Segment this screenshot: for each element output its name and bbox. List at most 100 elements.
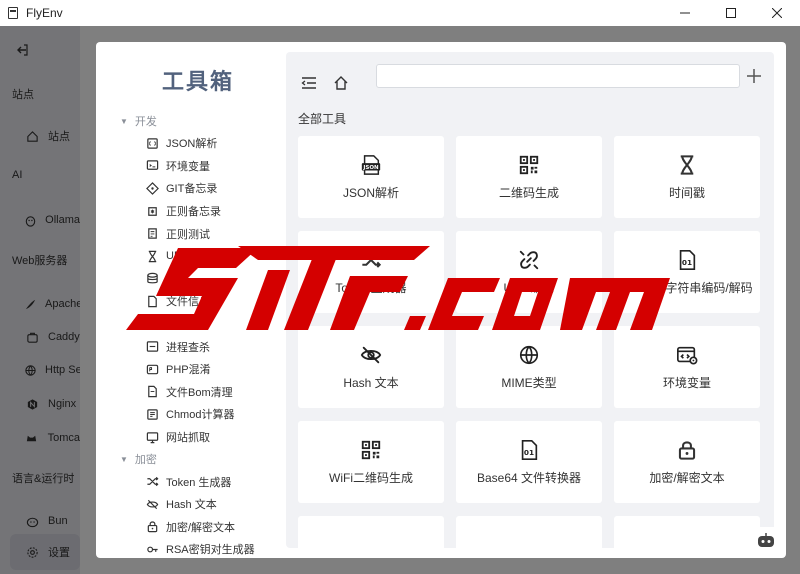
json-file-icon: JSON <box>360 154 382 176</box>
tree-item-label: 环境变量 <box>166 160 210 173</box>
add-tool-button[interactable] <box>742 64 766 88</box>
file-icon <box>146 295 159 308</box>
bom-icon <box>146 385 159 398</box>
tree-item-label: UR <box>166 250 182 263</box>
tool-card[interactable]: MIME类型 <box>456 326 602 408</box>
tool-card[interactable] <box>456 516 602 548</box>
section-title: 全部工具 <box>298 112 347 126</box>
tool-card-label: 时间戳 <box>668 186 705 200</box>
tool-card-label: MIME类型 <box>501 376 557 390</box>
tools-panel: 全部工具 JSON JSON解析 二维码生成 时间戳 Token 生成器 URL 编码 01… <box>286 52 774 548</box>
file-01-icon: 01 <box>518 439 540 461</box>
blank-icon <box>676 534 698 548</box>
json-icon <box>146 137 159 150</box>
tree-item-label: 进程查杀 <box>166 341 210 354</box>
tool-card-label: JSON解析 <box>342 186 399 200</box>
window-controls <box>662 0 800 26</box>
tree-item[interactable]: 进程查杀 <box>96 335 286 358</box>
tree-group-label: 开发 <box>134 116 157 128</box>
key-icon <box>146 543 159 556</box>
menu-fold-icon <box>301 77 316 89</box>
home-button[interactable] <box>332 74 350 92</box>
chmod-icon <box>146 408 159 421</box>
tree-item[interactable] <box>96 268 286 291</box>
tree-item[interactable]: JSON解析 <box>96 132 286 155</box>
tree-item[interactable] <box>96 313 286 336</box>
tree-item[interactable]: Hash 文本 <box>96 493 286 516</box>
chat-bot-button[interactable] <box>752 527 780 555</box>
tool-card[interactable]: URL 编码 <box>456 231 602 313</box>
code-gear-icon <box>676 344 698 366</box>
hash-icon <box>146 498 159 511</box>
eye-off-icon <box>360 344 382 366</box>
tree-item-label: Token 生成器 <box>166 476 232 489</box>
tool-card[interactable]: 01 Base64 文件转换器 <box>456 421 602 503</box>
maximize-button[interactable] <box>708 0 754 26</box>
tree-item-label: 文件信息 <box>166 296 210 309</box>
tool-search-input[interactable] <box>376 64 740 88</box>
db-icon <box>146 272 159 285</box>
tool-card[interactable]: 环境变量 <box>614 326 760 408</box>
tree-item[interactable]: UR <box>96 245 286 268</box>
lock-icon <box>676 439 698 461</box>
port-icon <box>146 318 159 331</box>
tool-card-label: Hash 文本 <box>343 376 399 390</box>
tree-item[interactable]: 网站抓取 <box>96 426 286 449</box>
close-button[interactable] <box>754 0 800 26</box>
tree-item[interactable]: 正则备忘录 <box>96 200 286 223</box>
tool-card[interactable]: 二维码生成 <box>456 136 602 218</box>
hourglass-icon <box>146 250 159 263</box>
home-icon <box>334 76 348 90</box>
tool-card[interactable]: 01 Base64 字符串编码/解码 <box>614 231 760 313</box>
minimize-icon <box>680 12 690 14</box>
regex-icon <box>146 205 159 218</box>
tool-card[interactable]: JSON JSON解析 <box>298 136 444 218</box>
link-icon <box>518 249 540 271</box>
tree-item-label: PHP混淆 <box>166 364 211 377</box>
globe-icon <box>518 344 540 366</box>
svg-text:01: 01 <box>524 448 534 457</box>
toolbox-title: 工具箱 <box>162 69 235 94</box>
shuffle-icon <box>146 475 159 488</box>
tree-item-label: 加密/解密文本 <box>166 521 236 534</box>
tool-card[interactable]: Token 生成器 <box>298 231 444 313</box>
tool-card-label: 二维码生成 <box>498 186 559 200</box>
tree-item[interactable]: 文件Bom清理 <box>96 381 286 404</box>
caret-down-icon: ▼ <box>120 116 128 126</box>
tool-card[interactable]: 时间戳 <box>614 136 760 218</box>
qrcode-icon <box>518 154 540 176</box>
collapse-menu-button[interactable] <box>300 74 318 92</box>
tool-card-label: WiFi二维码生成 <box>329 471 413 485</box>
tree-item[interactable]: 加密/解密文本 <box>96 516 286 539</box>
tree-item[interactable]: Chmod计算器 <box>96 403 286 426</box>
web-grab-icon <box>146 431 159 444</box>
tool-card[interactable]: 加密/解密文本 <box>614 421 760 503</box>
tool-card[interactable]: Hash 文本 <box>298 326 444 408</box>
tree-item[interactable]: RSA密钥对生成器 <box>96 538 286 558</box>
tree-group[interactable]: ▼ 开发 <box>96 110 286 132</box>
tool-card[interactable] <box>614 516 760 548</box>
tool-card[interactable]: WiFi二维码生成 <box>298 421 444 503</box>
tree-item[interactable]: 正则测试 <box>96 222 286 245</box>
env-icon <box>146 159 159 172</box>
tree-group-label: 加密 <box>134 454 157 467</box>
php-icon <box>146 363 159 376</box>
tree-item[interactable]: 环境变量 <box>96 155 286 178</box>
title-bar: FlyEnv <box>0 0 800 26</box>
tree-item[interactable]: 文件信息 <box>96 290 286 313</box>
close-icon <box>772 8 782 18</box>
tree-item[interactable]: Token 生成器 <box>96 470 286 493</box>
svg-text:JSON: JSON <box>362 165 379 171</box>
tool-card-label: 加密/解密文本 <box>649 471 725 485</box>
tool-card-label: Token 生成器 <box>335 281 407 295</box>
minimize-button[interactable] <box>662 0 708 26</box>
tree-group[interactable]: ▼ 加密 <box>96 448 286 470</box>
tree-item-label: 网站抓取 <box>166 432 210 445</box>
tree-item[interactable]: GIT备忘录 <box>96 177 286 200</box>
tool-card-label: 环境变量 <box>662 376 711 390</box>
maximize-icon <box>726 8 736 18</box>
tool-card[interactable] <box>298 516 444 548</box>
regex-test-icon <box>146 227 159 240</box>
tool-card-label: URL 编码 <box>503 281 555 295</box>
tree-item[interactable]: PHP混淆 <box>96 358 286 381</box>
